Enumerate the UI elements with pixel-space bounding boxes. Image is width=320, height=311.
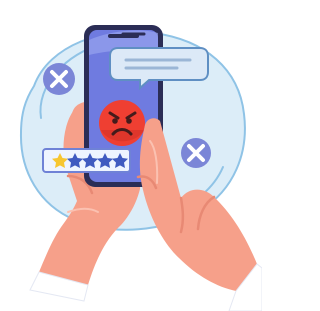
- right-close-badge: [181, 138, 211, 168]
- angry-face-icon: [99, 100, 145, 146]
- review-illustration: [0, 0, 262, 311]
- left-close-badge: [43, 63, 75, 95]
- rating-card: [42, 148, 131, 173]
- illustration-svg: [19, 25, 262, 311]
